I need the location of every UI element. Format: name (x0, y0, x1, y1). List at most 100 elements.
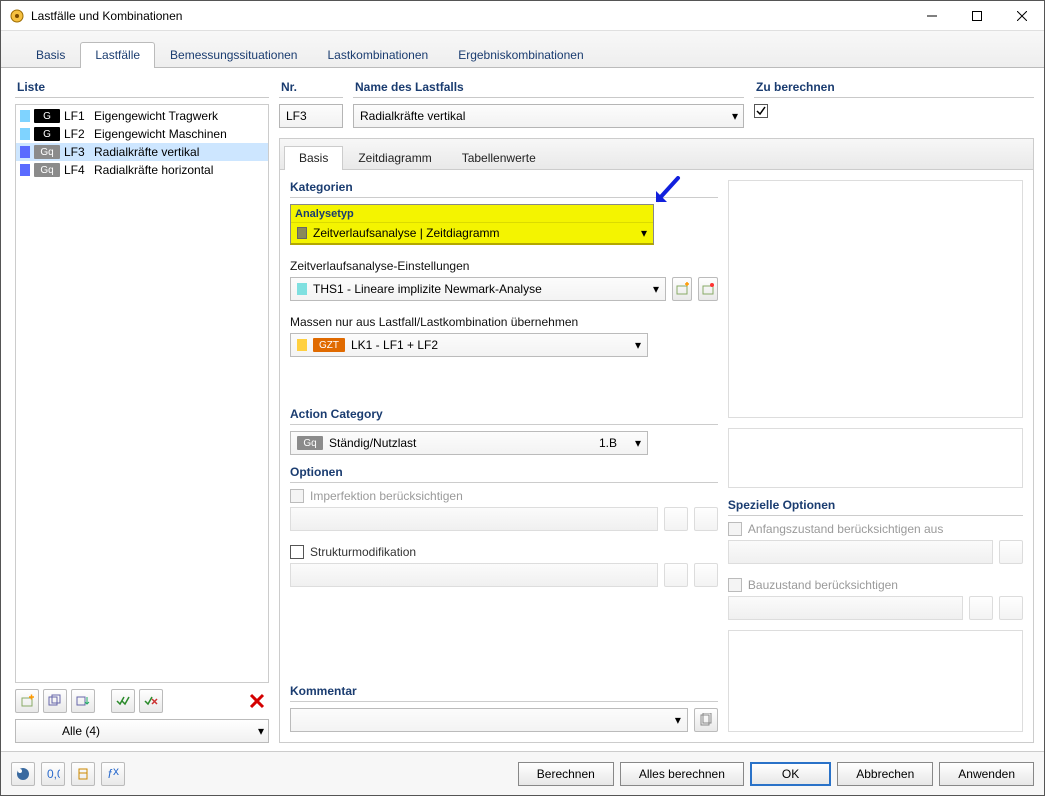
ok-button[interactable]: OK (750, 762, 831, 786)
tab-ergebnis[interactable]: Ergebniskombinationen (443, 42, 598, 68)
calc-checkbox[interactable] (754, 104, 768, 118)
category-badge: G (34, 109, 60, 123)
chevron-down-icon: ▾ (635, 436, 641, 450)
preview-panel-3 (728, 630, 1023, 732)
loadcase-id: LF2 (64, 127, 90, 141)
bau-new-button (969, 596, 993, 620)
kommentar-field[interactable]: ▾ (290, 708, 688, 732)
subtab-tabellen[interactable]: Tabellenwerte (447, 146, 551, 170)
spez-title: Spezielle Optionen (728, 498, 1023, 516)
calc-label: Zu berechnen (754, 80, 1034, 98)
category-badge: Gq (34, 145, 60, 159)
loadcase-name: Radialkräfte horizontal (94, 163, 213, 177)
bau-option: Bauzustand berücksichtigen (728, 578, 1023, 592)
list-item[interactable]: Gq LF4 Radialkräfte horizontal (16, 161, 268, 179)
chevron-down-icon: ▾ (641, 226, 647, 240)
color-swatch (20, 164, 30, 176)
color-swatch (20, 110, 30, 122)
footer: 0,00 fx Berechnen Alles berechnen OK Abb… (1, 751, 1044, 795)
nr-field[interactable]: LF3 (279, 104, 343, 128)
annotation-arrow-icon (652, 176, 682, 206)
deselect-all-button[interactable] (139, 689, 163, 713)
imperfektion-option: Imperfektion berücksichtigen (290, 489, 718, 503)
tab-bemessung[interactable]: Bemessungssituationen (155, 42, 312, 68)
sub-tabs: Basis Zeitdiagramm Tabellenwerte (280, 139, 1033, 170)
svg-text:0,00: 0,00 (47, 767, 60, 781)
close-button[interactable] (999, 1, 1044, 30)
titlebar: Lastfälle und Kombinationen (1, 1, 1044, 31)
analysetyp-label: Analysetyp (291, 208, 653, 222)
kommentar-title: Kommentar (290, 684, 718, 702)
zve-new-button[interactable] (672, 277, 692, 301)
tab-basis[interactable]: Basis (21, 42, 80, 68)
tab-lastkomb[interactable]: Lastkombinationen (312, 42, 443, 68)
anfang-field (728, 540, 993, 564)
copy-item-button[interactable] (43, 689, 67, 713)
main-tabs: Basis Lastfälle Bemessungssituationen La… (1, 31, 1044, 68)
bau-edit-button (999, 596, 1023, 620)
anwenden-button[interactable]: Anwenden (939, 762, 1034, 786)
loadcase-name: Radialkräfte vertikal (94, 145, 199, 159)
function-button[interactable]: fx (101, 762, 125, 786)
app-icon (9, 8, 25, 24)
zve-dropdown[interactable]: THS1 - Lineare implizite Newmark-Analyse… (290, 277, 666, 301)
imperfektion-edit-button (694, 507, 718, 531)
struktur-option[interactable]: Strukturmodifikation (290, 545, 718, 559)
berechnen-button[interactable]: Berechnen (518, 762, 614, 786)
abbrechen-button[interactable]: Abbrechen (837, 762, 933, 786)
anfang-option: Anfangszustand berücksichtigen aus (728, 522, 1023, 536)
maximize-button[interactable] (954, 1, 999, 30)
bau-checkbox (728, 578, 742, 592)
name-value: Radialkräfte vertikal (360, 109, 465, 123)
new-item-button[interactable] (15, 689, 39, 713)
imperfektion-field (290, 507, 658, 531)
loadcase-name: Eigengewicht Tragwerk (94, 109, 218, 123)
filter-dropdown[interactable]: Alle (4) ▾ (15, 719, 269, 743)
mass-dropdown[interactable]: GZT LK1 - LF1 + LF2 ▾ (290, 333, 648, 357)
loadcase-id: LF4 (64, 163, 90, 177)
name-label: Name des Lastfalls (353, 80, 744, 98)
analysetyp-dropdown[interactable]: Zeitverlaufsanalyse | Zeitdiagramm ▾ (291, 222, 653, 243)
name-field[interactable]: Radialkräfte vertikal ▾ (353, 104, 744, 128)
struktur-field (290, 563, 658, 587)
minimize-button[interactable] (909, 1, 954, 30)
list-item[interactable]: Gq LF3 Radialkräfte vertikal (16, 143, 268, 161)
kommentar-edit-button[interactable] (694, 708, 718, 732)
list-item[interactable]: G LF1 Eigengewicht Tragwerk (16, 107, 268, 125)
imperfektion-label: Imperfektion berücksichtigen (310, 489, 463, 503)
window-title: Lastfälle und Kombinationen (31, 9, 909, 23)
zve-edit-button[interactable] (698, 277, 718, 301)
zve-label: Zeitverlaufsanalyse-Einstellungen (290, 259, 718, 273)
tab-lastfaelle[interactable]: Lastfälle (80, 42, 155, 68)
select-all-button[interactable] (111, 689, 135, 713)
alles-berechnen-button[interactable]: Alles berechnen (620, 762, 744, 786)
analysetyp-value: Zeitverlaufsanalyse | Zeitdiagramm (313, 226, 500, 240)
struktur-label: Strukturmodifikation (310, 545, 416, 559)
nr-label: Nr. (279, 80, 343, 98)
imperfektion-checkbox (290, 489, 304, 503)
actioncat-dropdown[interactable]: Gq Ständig/Nutzlast 1.B ▾ (290, 431, 648, 455)
loadcase-id: LF1 (64, 109, 90, 123)
help-button[interactable] (11, 762, 35, 786)
list-item[interactable]: G LF2 Eigengewicht Maschinen (16, 125, 268, 143)
units-button[interactable]: 0,00 (41, 762, 65, 786)
struktur-edit-button (694, 563, 718, 587)
delete-button[interactable] (245, 689, 269, 713)
loadcase-name: Eigengewicht Maschinen (94, 127, 227, 141)
mass-label: Massen nur aus Lastfall/Lastkombination … (290, 315, 718, 329)
actioncat-title: Action Category (290, 407, 718, 425)
sort-button[interactable] (71, 689, 95, 713)
actioncat-name: Ständig/Nutzlast (329, 436, 416, 450)
chevron-down-icon: ▾ (258, 724, 264, 738)
struktur-checkbox[interactable] (290, 545, 304, 559)
svg-text:f: f (108, 767, 113, 781)
subtab-basis[interactable]: Basis (284, 146, 343, 170)
subtab-zeit[interactable]: Zeitdiagramm (343, 146, 446, 170)
filter-value: Alle (4) (62, 724, 100, 738)
preview-panel-1 (728, 180, 1023, 418)
details-button[interactable] (71, 762, 95, 786)
actioncat-badge: Gq (297, 436, 323, 450)
bau-field (728, 596, 963, 620)
category-badge: Gq (34, 163, 60, 177)
loadcase-list[interactable]: G LF1 Eigengewicht Tragwerk G LF2 Eigeng… (15, 104, 269, 683)
